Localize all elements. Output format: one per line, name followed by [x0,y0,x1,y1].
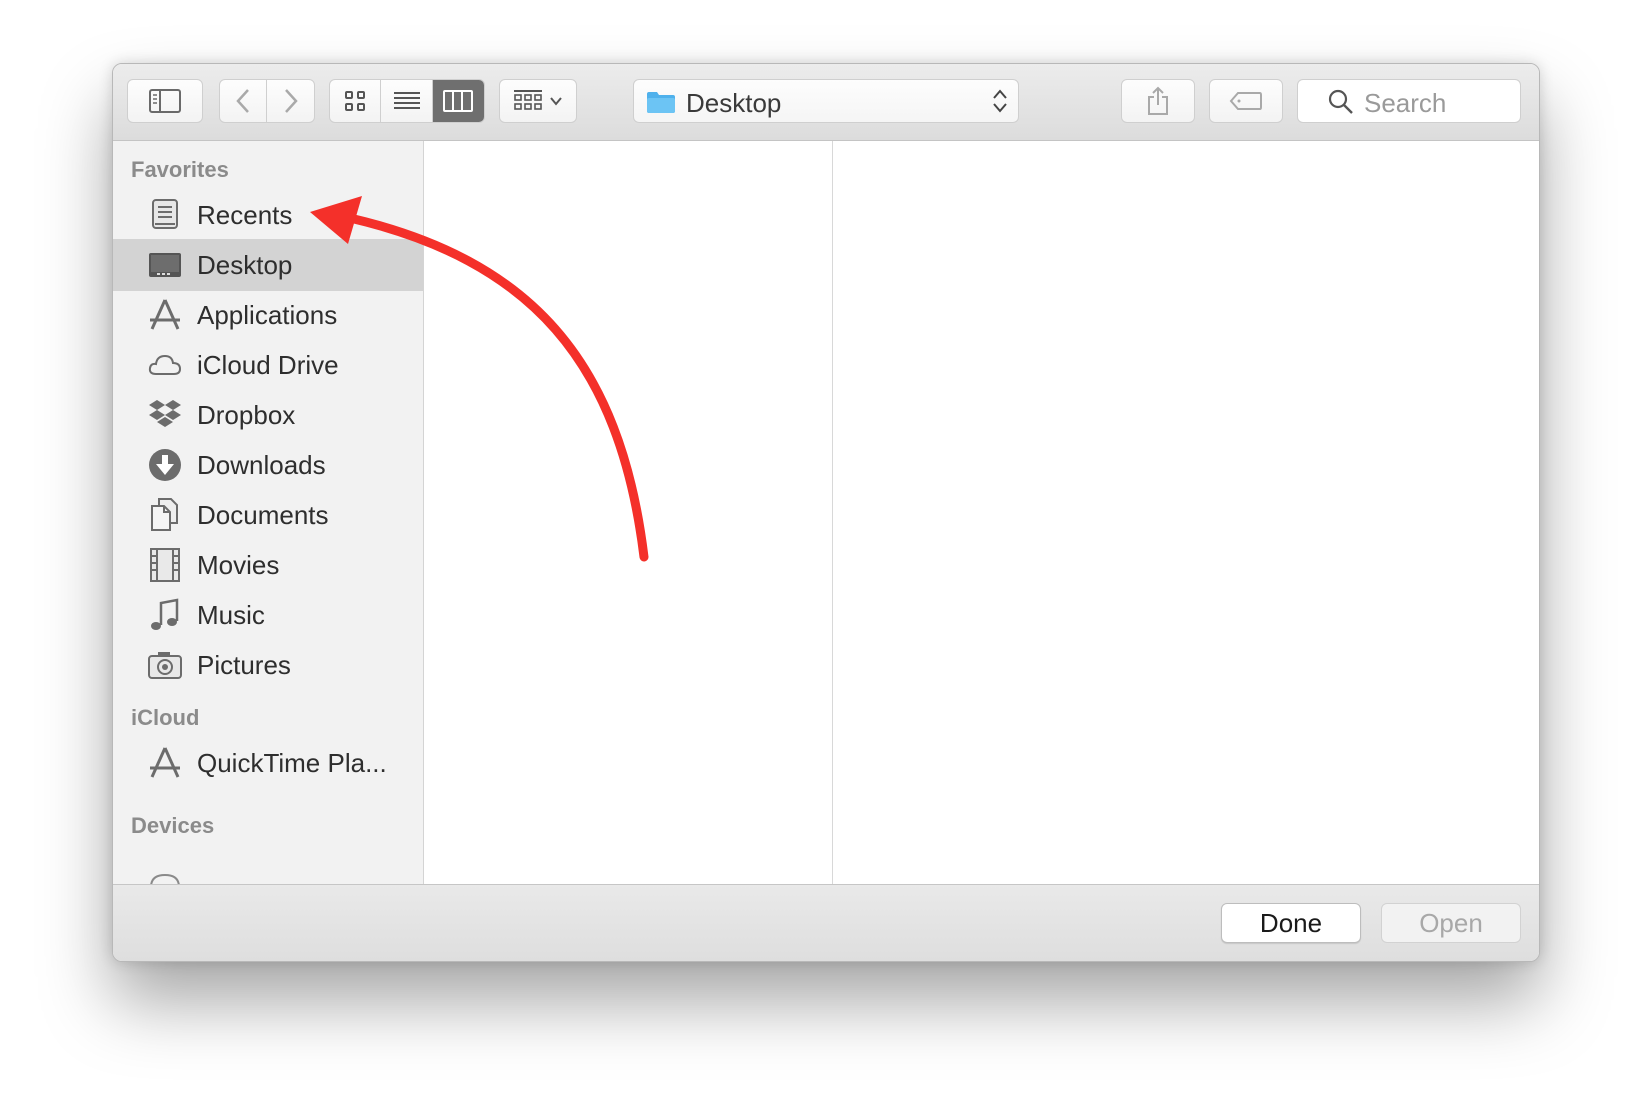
view-mode-control [329,79,485,123]
share-icon [1148,86,1168,115]
forward-button[interactable] [267,80,314,122]
applications-icon [150,747,180,778]
sidebar-item-label: iCloud Drive [197,350,339,380]
music-icon [151,598,179,630]
disk-icon [150,873,180,884]
browser-column-2[interactable] [833,141,1539,884]
sidebar-item-label: Desktop [197,250,293,280]
sidebar-item-quicktime[interactable]: QuickTime Pla... [113,737,423,789]
path-popup-label: Desktop [686,88,782,118]
sidebar-item-applications[interactable]: Applications [113,289,423,341]
list-view-button[interactable] [381,80,433,122]
sidebar-item-downloads[interactable]: Downloads [113,439,423,491]
cloud-icon [148,354,182,375]
done-button[interactable]: Done [1221,903,1361,943]
sidebar-item-icloud-drive[interactable]: iCloud Drive [113,339,423,391]
sidebar-item-label: QuickTime Pla... [197,748,387,778]
search-field[interactable]: Search [1297,79,1521,123]
sidebar-item-label: Recents [197,200,293,230]
chevron-left-icon [236,89,249,113]
sidebar-item-label: Movies [197,550,280,580]
open-button[interactable]: Open [1381,903,1521,943]
sidebar-item-music[interactable]: Music [113,589,423,641]
recents-icon [152,199,178,229]
applications-icon [150,299,180,330]
movies-icon [150,548,180,582]
columns-icon [443,90,474,112]
documents-icon [151,498,178,531]
tags-button[interactable] [1209,79,1283,123]
path-popup-button[interactable]: Desktop [633,79,1019,123]
sidebar-item-recents[interactable]: Recents [113,189,423,241]
navigation-buttons [219,79,315,123]
search-placeholder: Search [1364,88,1447,118]
sidebar-icon [149,89,181,113]
pictures-icon [148,652,182,679]
sidebar-item-label: Dropbox [197,400,296,430]
icloud-section-title: iCloud [131,705,200,730]
share-button[interactable] [1121,79,1195,123]
search-icon [1328,89,1353,114]
tag-icon [1229,92,1262,110]
dropbox-icon [149,400,181,427]
devices-section-title: Devices [131,813,215,838]
open-dialog-window: Desktop Search Favorites Recents Desktop… [112,63,1540,962]
arrange-menu-button[interactable] [499,79,577,123]
desktop-icon [149,253,181,277]
sidebar-item-label: Pictures [197,650,291,680]
sidebar-item-dropbox[interactable]: Dropbox [113,389,423,441]
back-button[interactable] [220,80,268,122]
list-icon [393,92,420,109]
favorites-section-title: Favorites [131,157,229,182]
folder-icon [647,92,675,113]
sidebar-toggle-button[interactable] [127,79,203,123]
arrange-grid-icon [514,90,542,110]
icon-grid-icon [345,91,366,111]
downloads-icon [149,449,181,481]
sidebar-item-pictures[interactable]: Pictures [113,639,423,691]
sidebar-item-label: Music [197,600,265,630]
sidebar-item-label: Documents [197,500,329,530]
toolbar: Desktop Search [113,64,1539,141]
dialog-footer: Done Open [113,884,1539,961]
sidebar-item-documents[interactable]: Documents [113,489,423,541]
sidebar-item-movies[interactable]: Movies [113,539,423,591]
sidebar-item-desktop[interactable]: Desktop [113,239,423,291]
chevron-right-icon [284,89,298,113]
updown-chevron-icon [993,89,1007,113]
sidebar: Favorites Recents Desktop Applications i… [113,141,424,884]
sidebar-item-label: Applications [197,300,338,330]
icon-view-button[interactable] [330,80,382,122]
sidebar-item-label: Downloads [197,450,326,480]
browser-column-1[interactable] [424,141,833,884]
chevron-down-icon [550,97,562,106]
column-view-button[interactable] [432,80,484,122]
